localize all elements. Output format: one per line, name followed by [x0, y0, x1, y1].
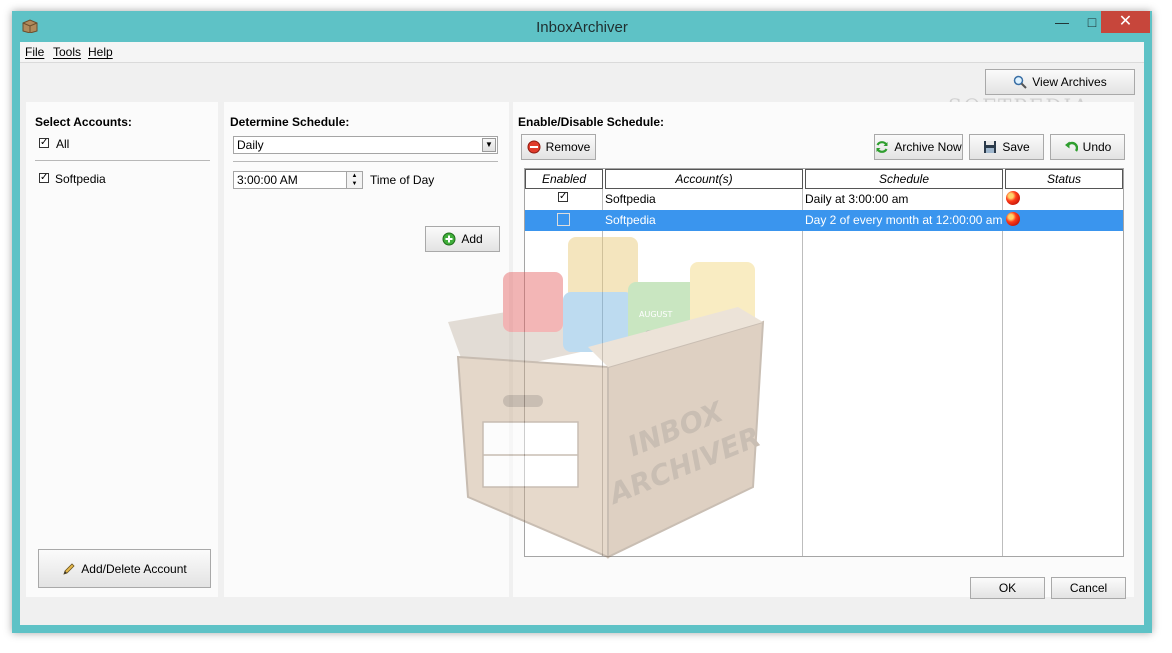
add-delete-account-label: Add/Delete Account	[81, 561, 187, 576]
ok-button[interactable]: OK	[970, 577, 1045, 599]
menu-help[interactable]: Help	[88, 45, 113, 59]
floppy-disk-icon	[984, 141, 997, 153]
schedule-divider	[233, 161, 498, 162]
column-header-schedule[interactable]: Schedule	[805, 169, 1003, 189]
menu-tools[interactable]: Tools	[53, 45, 81, 59]
row-account: Softpedia	[605, 213, 656, 227]
accounts-divider	[35, 160, 210, 161]
close-button[interactable]: ✕	[1101, 11, 1150, 33]
menu-file[interactable]: File	[25, 45, 44, 59]
time-of-day-spinner[interactable]: 3:00:00 AM ▲ ▼	[233, 171, 363, 189]
archive-now-button[interactable]: Archive Now	[874, 134, 963, 160]
remove-button[interactable]: Remove	[521, 134, 596, 160]
save-label: Save	[1002, 140, 1030, 154]
menu-bar: File Tools Help	[20, 42, 1144, 63]
refresh-icon	[876, 141, 888, 153]
view-archives-label: View Archives	[1032, 75, 1107, 89]
schedule-panel: Determine Schedule: Daily ▼ 3:00:00 AM ▲…	[224, 102, 509, 597]
row-schedule: Day 2 of every month at 12:00:00 am	[805, 213, 1003, 227]
add-schedule-button[interactable]: Add	[425, 226, 500, 252]
row-account: Softpedia	[605, 192, 656, 206]
plus-circle-icon	[442, 232, 456, 246]
table-row[interactable]: ✓ Softpedia Daily at 3:00:00 am	[525, 189, 1123, 210]
app-window: InboxArchiver — □ ✕ File Tools Help SOFT…	[12, 11, 1152, 633]
spin-down-icon[interactable]: ▼	[346, 180, 362, 188]
account-label-softpedia: Softpedia	[55, 172, 106, 186]
column-header-enabled[interactable]: Enabled	[525, 169, 603, 189]
chevron-down-icon[interactable]: ▼	[482, 138, 496, 152]
row-enabled-checkbox[interactable]	[557, 213, 570, 226]
schedule-panel-title: Determine Schedule:	[230, 115, 350, 129]
row-enabled-checkbox[interactable]: ✓	[558, 192, 568, 202]
row-schedule: Daily at 3:00:00 am	[805, 192, 909, 206]
accounts-panel: Select Accounts: ✓ All ✓ Softpedia Add/D…	[26, 102, 218, 597]
frequency-select[interactable]: Daily ▼	[233, 136, 498, 154]
grid-column-line	[1002, 189, 1003, 556]
add-delete-account-button[interactable]: Add/Delete Account	[38, 549, 211, 588]
magnifier-icon	[1014, 75, 1027, 89]
all-checkbox[interactable]: ✓	[39, 138, 49, 148]
time-value: 3:00:00 AM	[237, 173, 298, 187]
grid-column-line	[602, 189, 603, 556]
undo-arrow-icon	[1064, 141, 1078, 152]
frequency-value: Daily	[237, 138, 264, 152]
red-status-icon	[1006, 191, 1020, 205]
enable-disable-panel: Enable/Disable Schedule: Remove Archive …	[513, 102, 1134, 599]
window-title: InboxArchiver	[536, 19, 628, 36]
undo-button[interactable]: Undo	[1050, 134, 1125, 160]
grid-column-line	[802, 189, 803, 556]
title-bar[interactable]: InboxArchiver — □ ✕	[12, 11, 1152, 42]
all-label: All	[56, 137, 70, 151]
remove-label: Remove	[545, 140, 591, 154]
accounts-panel-title: Select Accounts:	[35, 115, 132, 129]
pencil-icon	[63, 562, 75, 575]
add-label: Add	[461, 232, 483, 246]
column-header-accounts[interactable]: Account(s)	[605, 169, 803, 189]
enable-panel-title: Enable/Disable Schedule:	[518, 115, 665, 129]
schedule-grid[interactable]: Enabled Account(s) Schedule Status ✓ Sof…	[524, 168, 1124, 557]
undo-label: Undo	[1082, 140, 1112, 154]
table-row[interactable]: Softpedia Day 2 of every month at 12:00:…	[525, 210, 1123, 231]
client-area: File Tools Help SOFTPEDIA View Archives …	[20, 42, 1144, 625]
account-checkbox-softpedia[interactable]: ✓	[39, 173, 49, 183]
minimize-button[interactable]: —	[1047, 11, 1077, 33]
archive-now-label: Archive Now	[894, 140, 962, 154]
ok-label: OK	[998, 581, 1017, 595]
red-status-icon	[1006, 212, 1020, 226]
column-header-status[interactable]: Status	[1005, 169, 1123, 189]
cancel-button[interactable]: Cancel	[1051, 577, 1126, 599]
no-entry-icon	[527, 140, 541, 154]
view-archives-button[interactable]: View Archives	[985, 69, 1135, 95]
cancel-label: Cancel	[1069, 581, 1108, 595]
save-button[interactable]: Save	[969, 134, 1044, 160]
time-of-day-label: Time of Day	[370, 173, 435, 187]
